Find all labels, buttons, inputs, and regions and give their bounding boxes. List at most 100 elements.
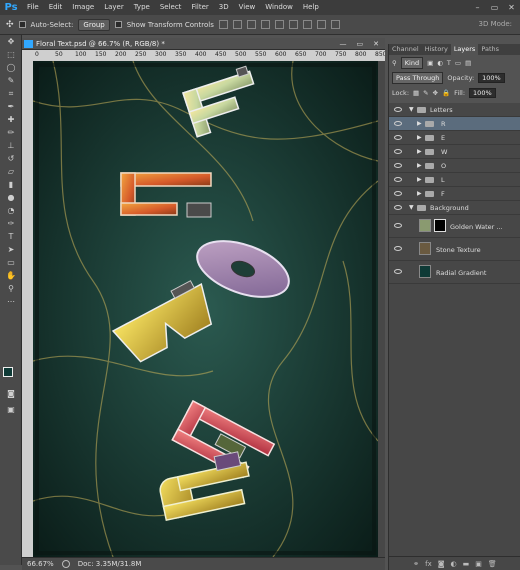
foreground-color-swatch[interactable] <box>3 367 13 377</box>
lock-move-icon[interactable]: ✥ <box>433 89 438 97</box>
eraser-icon[interactable]: ▱ <box>0 165 22 178</box>
delete-layer-icon[interactable]: 🗑 <box>488 560 497 568</box>
tab-layers[interactable]: Layers <box>450 44 479 55</box>
eyedropper-icon[interactable]: ✒ <box>0 100 22 113</box>
eye-icon[interactable] <box>394 149 402 154</box>
lasso-icon[interactable]: ◯ <box>0 61 22 74</box>
eye-icon[interactable] <box>394 177 402 182</box>
maximize-button[interactable]: ▭ <box>486 0 503 15</box>
hand-icon[interactable]: ✋ <box>0 269 22 282</box>
lock-pixels-icon[interactable]: ▦ <box>413 89 419 97</box>
zoom-level[interactable]: 66.67% <box>27 560 54 568</box>
menu-layer[interactable]: Layer <box>99 0 129 15</box>
layer-row-e[interactable]: ▶ E <box>389 131 520 145</box>
align-bottom-icon[interactable] <box>246 20 256 29</box>
layer-row-r[interactable]: ▶ R <box>389 117 520 131</box>
adjust-filter-icon[interactable]: ◐ <box>437 59 443 67</box>
layer-row-f[interactable]: ▶ F <box>389 187 520 201</box>
blend-mode-select[interactable]: Pass Through <box>392 71 444 84</box>
layer-row-w[interactable]: ▶ W <box>389 145 520 159</box>
layer-row-background[interactable]: ▼ Background <box>389 201 520 215</box>
adjustment-layer-icon[interactable]: ◐ <box>451 560 457 568</box>
new-group-icon[interactable]: ▬ <box>463 560 470 568</box>
mask-thumbnail[interactable] <box>434 219 446 232</box>
blur-icon[interactable]: ● <box>0 191 22 204</box>
pen-icon[interactable]: ✑ <box>0 217 22 230</box>
type-filter-icon[interactable]: T <box>447 59 451 67</box>
eye-icon[interactable] <box>394 223 402 228</box>
quick-mask-icon[interactable]: ◙ <box>0 387 22 400</box>
clone-stamp-icon[interactable]: ⊥ <box>0 139 22 152</box>
menu-edit[interactable]: Edit <box>44 0 68 15</box>
menu-image[interactable]: Image <box>67 0 99 15</box>
canvas-scrollbar[interactable] <box>378 61 385 557</box>
eye-icon[interactable] <box>394 191 402 196</box>
tab-paths[interactable]: Paths <box>478 44 502 55</box>
screen-mode-icon[interactable]: ▣ <box>0 403 22 416</box>
layer-row-l[interactable]: ▶ L <box>389 173 520 187</box>
collapsed-icon[interactable]: ▶ <box>417 120 422 127</box>
eye-icon[interactable] <box>394 135 402 140</box>
type-icon[interactable]: T <box>0 230 22 243</box>
path-select-icon[interactable]: ➤ <box>0 243 22 256</box>
add-mask-icon[interactable]: ◙ <box>438 560 445 568</box>
kind-filter[interactable]: Kind <box>400 56 424 69</box>
show-transform-checkbox[interactable] <box>114 21 122 28</box>
doc-restore-button[interactable]: ▭ <box>357 40 364 48</box>
opacity-field[interactable]: 100% <box>478 72 505 83</box>
eye-icon[interactable] <box>394 205 402 210</box>
collapsed-icon[interactable]: ▶ <box>417 148 422 155</box>
smart-filter-icon[interactable]: ▤ <box>465 59 471 67</box>
layer-row-golden-water[interactable]: Golden Water ... <box>389 215 520 238</box>
pixel-filter-icon[interactable]: ▣ <box>427 59 433 67</box>
menu-select[interactable]: Select <box>155 0 187 15</box>
layer-row-radial-gradient[interactable]: Radial Gradient <box>389 261 520 284</box>
brush-icon[interactable]: ✏ <box>0 126 22 139</box>
zoom-icon[interactable]: ⚲ <box>0 282 22 295</box>
horizontal-ruler[interactable]: 0 50 100 150 200 250 300 350 400 450 500… <box>33 50 385 61</box>
menu-3d[interactable]: 3D <box>214 0 234 15</box>
distribute-center-icon[interactable] <box>316 20 326 29</box>
collapsed-icon[interactable]: ▶ <box>417 176 422 183</box>
doc-minimize-button[interactable]: — <box>340 40 347 48</box>
eye-icon[interactable] <box>394 246 402 251</box>
menu-filter[interactable]: Filter <box>186 0 213 15</box>
lock-paint-icon[interactable]: ✎ <box>423 89 428 97</box>
align-left-icon[interactable] <box>260 20 270 29</box>
collapsed-icon[interactable]: ▶ <box>417 162 422 169</box>
align-hcenter-icon[interactable] <box>274 20 284 29</box>
crop-icon[interactable]: ⌗ <box>0 87 22 100</box>
menu-type[interactable]: Type <box>129 0 155 15</box>
quick-select-icon[interactable]: ✎ <box>0 74 22 87</box>
minimize-button[interactable]: – <box>469 0 486 15</box>
layer-row-letters[interactable]: ▼ Letters <box>389 103 520 117</box>
doc-close-button[interactable]: ✕ <box>373 40 379 48</box>
align-vcenter-icon[interactable] <box>232 20 242 29</box>
distribute-bottom-icon[interactable] <box>330 20 340 29</box>
close-button[interactable]: ✕ <box>503 0 520 15</box>
align-top-icon[interactable] <box>218 20 228 29</box>
vertical-ruler[interactable] <box>22 61 33 557</box>
collapsed-icon[interactable]: ▶ <box>417 134 422 141</box>
menu-help[interactable]: Help <box>298 0 324 15</box>
menu-view[interactable]: View <box>234 0 261 15</box>
shape-filter-icon[interactable]: ▭ <box>455 59 461 67</box>
layer-style-icon[interactable]: fx <box>425 560 432 568</box>
layer-row-o[interactable]: ▶ O <box>389 159 520 173</box>
menu-file[interactable]: File <box>22 0 44 15</box>
shape-icon[interactable]: ▭ <box>0 256 22 269</box>
tab-channel[interactable]: Channel <box>389 44 422 55</box>
dodge-icon[interactable]: ◔ <box>0 204 22 217</box>
new-layer-icon[interactable]: ▣ <box>475 560 482 568</box>
expanded-icon[interactable]: ▼ <box>409 204 414 211</box>
eye-icon[interactable] <box>394 121 402 126</box>
status-info-icon[interactable] <box>61 560 70 568</box>
tab-history[interactable]: History <box>422 44 451 55</box>
layer-row-stone-texture[interactable]: Stone Texture <box>389 238 520 261</box>
auto-select-dropdown[interactable]: Group <box>78 18 110 31</box>
lock-all-icon[interactable]: 🔒 <box>442 89 450 97</box>
eye-icon[interactable] <box>394 163 402 168</box>
document-tab[interactable]: Floral Text.psd @ 66.7% (R, RGB/8) * — ▭… <box>22 38 385 50</box>
auto-select-checkbox[interactable] <box>18 21 26 28</box>
expanded-icon[interactable]: ▼ <box>409 106 414 113</box>
